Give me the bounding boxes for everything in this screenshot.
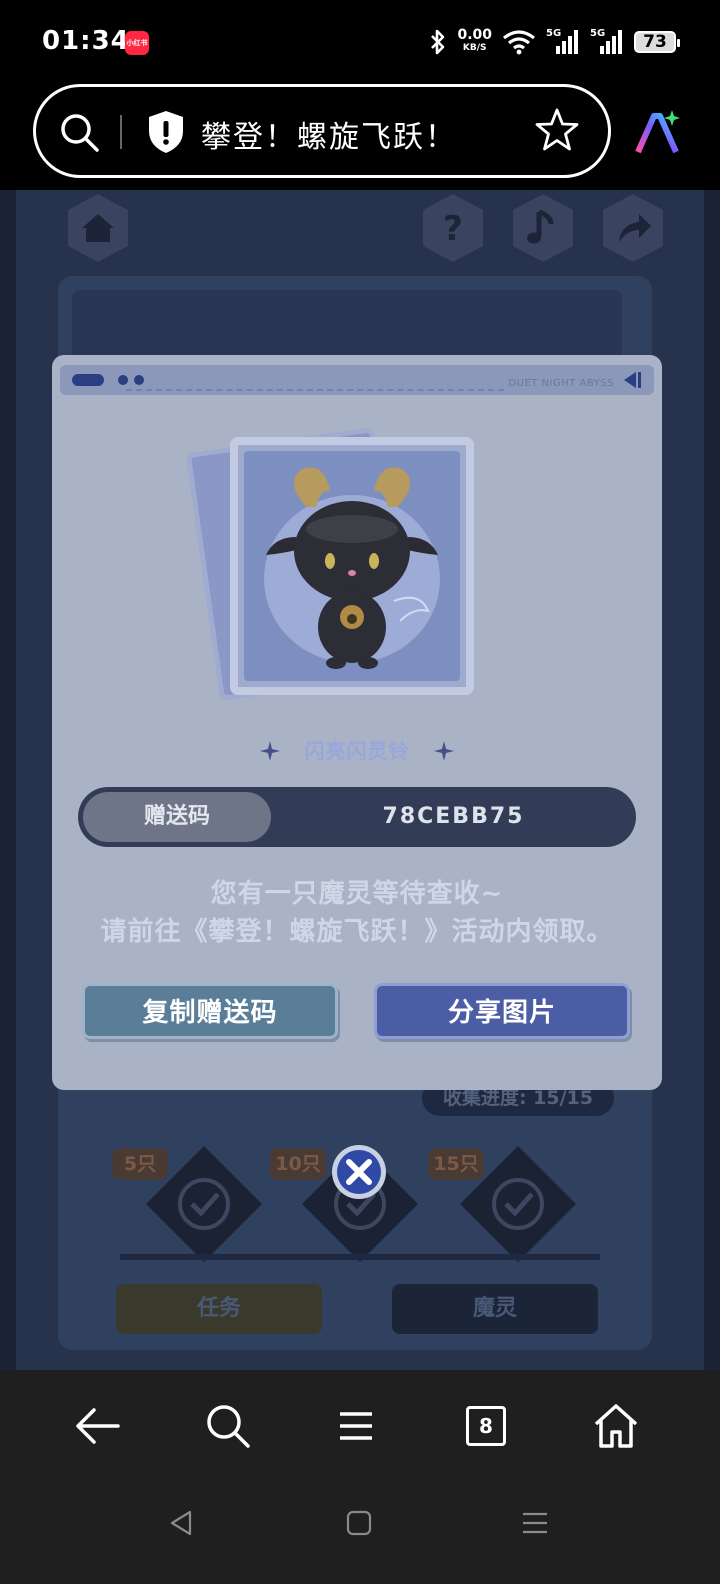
sparkle-right-icon bbox=[434, 741, 454, 761]
milestone-track bbox=[120, 1254, 600, 1260]
search-icon[interactable] bbox=[58, 111, 102, 155]
tab-spirits[interactable]: 魔灵 bbox=[392, 1284, 598, 1334]
menu-icon[interactable] bbox=[330, 1400, 382, 1452]
battery-indicator: 73 bbox=[634, 31, 680, 53]
svg-text:?: ? bbox=[443, 209, 463, 249]
close-icon[interactable] bbox=[330, 1143, 388, 1201]
milestone-label-3: 15只 bbox=[428, 1148, 484, 1180]
header-dashed-line bbox=[126, 389, 504, 391]
share-icon[interactable] bbox=[597, 192, 669, 264]
share-image-button[interactable]: 分享图片 bbox=[374, 983, 630, 1039]
network-speed: 0.00 KB/S bbox=[457, 27, 492, 53]
gift-code-dialog: DUET NIGHT ABYSS 闪亮闪灵铃 赠送码 78CEBB75 您有一只… bbox=[52, 355, 662, 1090]
status-bar: 01:34 小红书 0.00 KB/S 5G 5G 73 bbox=[0, 0, 720, 86]
status-indicators: 0.00 KB/S 5G 5G 73 bbox=[429, 26, 680, 58]
gift-code-label: 赠送码 bbox=[83, 792, 271, 842]
item-name-row: 闪亮闪灵铃 bbox=[52, 735, 662, 765]
gift-code-value[interactable]: 78CEBB75 bbox=[271, 787, 636, 847]
signal-5g-1-icon: 5G bbox=[546, 28, 580, 56]
system-back-icon[interactable] bbox=[166, 1508, 196, 1538]
game-side-left bbox=[0, 190, 16, 1370]
system-recents-icon[interactable] bbox=[520, 1508, 550, 1538]
home-icon[interactable] bbox=[590, 1400, 642, 1452]
sparkle-left-icon bbox=[260, 741, 280, 761]
game-side-right bbox=[704, 190, 720, 1370]
header-dot-2 bbox=[134, 375, 144, 385]
item-name: 闪亮闪灵铃 bbox=[304, 739, 410, 763]
help-icon[interactable]: ? bbox=[417, 192, 489, 264]
tabs-icon[interactable]: 8 bbox=[460, 1400, 512, 1452]
dialog-header: DUET NIGHT ABYSS bbox=[60, 365, 654, 395]
spirit-character-image bbox=[264, 467, 440, 669]
system-nav-bar bbox=[0, 1484, 720, 1584]
star-icon[interactable] bbox=[534, 107, 580, 153]
milestone-label-1: 5只 bbox=[112, 1148, 168, 1180]
wifi-icon bbox=[503, 30, 535, 55]
tab-count: 8 bbox=[466, 1406, 506, 1446]
status-time: 01:34 bbox=[42, 26, 130, 56]
spirit-card bbox=[230, 437, 474, 695]
header-pill bbox=[72, 374, 104, 386]
home-icon[interactable] bbox=[62, 192, 134, 264]
ai-icon[interactable] bbox=[632, 108, 682, 158]
address-bar[interactable]: 攀登！螺旋飞跃！ bbox=[33, 84, 611, 178]
browser-bottom-nav: 8 bbox=[0, 1370, 720, 1484]
milestone-label-2: 10只 bbox=[270, 1148, 326, 1180]
gift-message-line-2: 请前往《攀登！螺旋飞跃！》活动内领取。 bbox=[100, 917, 614, 947]
page-title[interactable]: 攀登！螺旋飞跃！ bbox=[201, 112, 457, 156]
browser-toolbar: 攀登！螺旋飞跃！ bbox=[0, 84, 720, 190]
copy-code-button[interactable]: 复制赠送码 bbox=[82, 983, 338, 1039]
header-dot-1 bbox=[118, 375, 128, 385]
music-icon[interactable] bbox=[507, 192, 579, 264]
xiaohongshu-app-icon: 小红书 bbox=[125, 31, 149, 55]
header-arrow-icon bbox=[624, 372, 641, 388]
gift-code-box: 赠送码 78CEBB75 bbox=[78, 787, 636, 847]
shield-icon[interactable] bbox=[146, 109, 186, 155]
back-icon[interactable] bbox=[72, 1400, 124, 1452]
system-home-icon[interactable] bbox=[344, 1508, 374, 1538]
gift-message: 您有一只魔灵等待查收~ 请前往《攀登！螺旋飞跃！》活动内领取。 bbox=[52, 875, 662, 951]
tab-tasks[interactable]: 任务 bbox=[116, 1284, 322, 1334]
gift-message-line-1: 您有一只魔灵等待查收~ bbox=[210, 879, 504, 909]
address-divider bbox=[120, 115, 122, 149]
signal-5g-2-icon: 5G bbox=[590, 28, 624, 56]
bluetooth-icon bbox=[431, 29, 445, 55]
search-icon[interactable] bbox=[202, 1400, 254, 1452]
dialog-brand: DUET NIGHT ABYSS bbox=[508, 378, 614, 389]
